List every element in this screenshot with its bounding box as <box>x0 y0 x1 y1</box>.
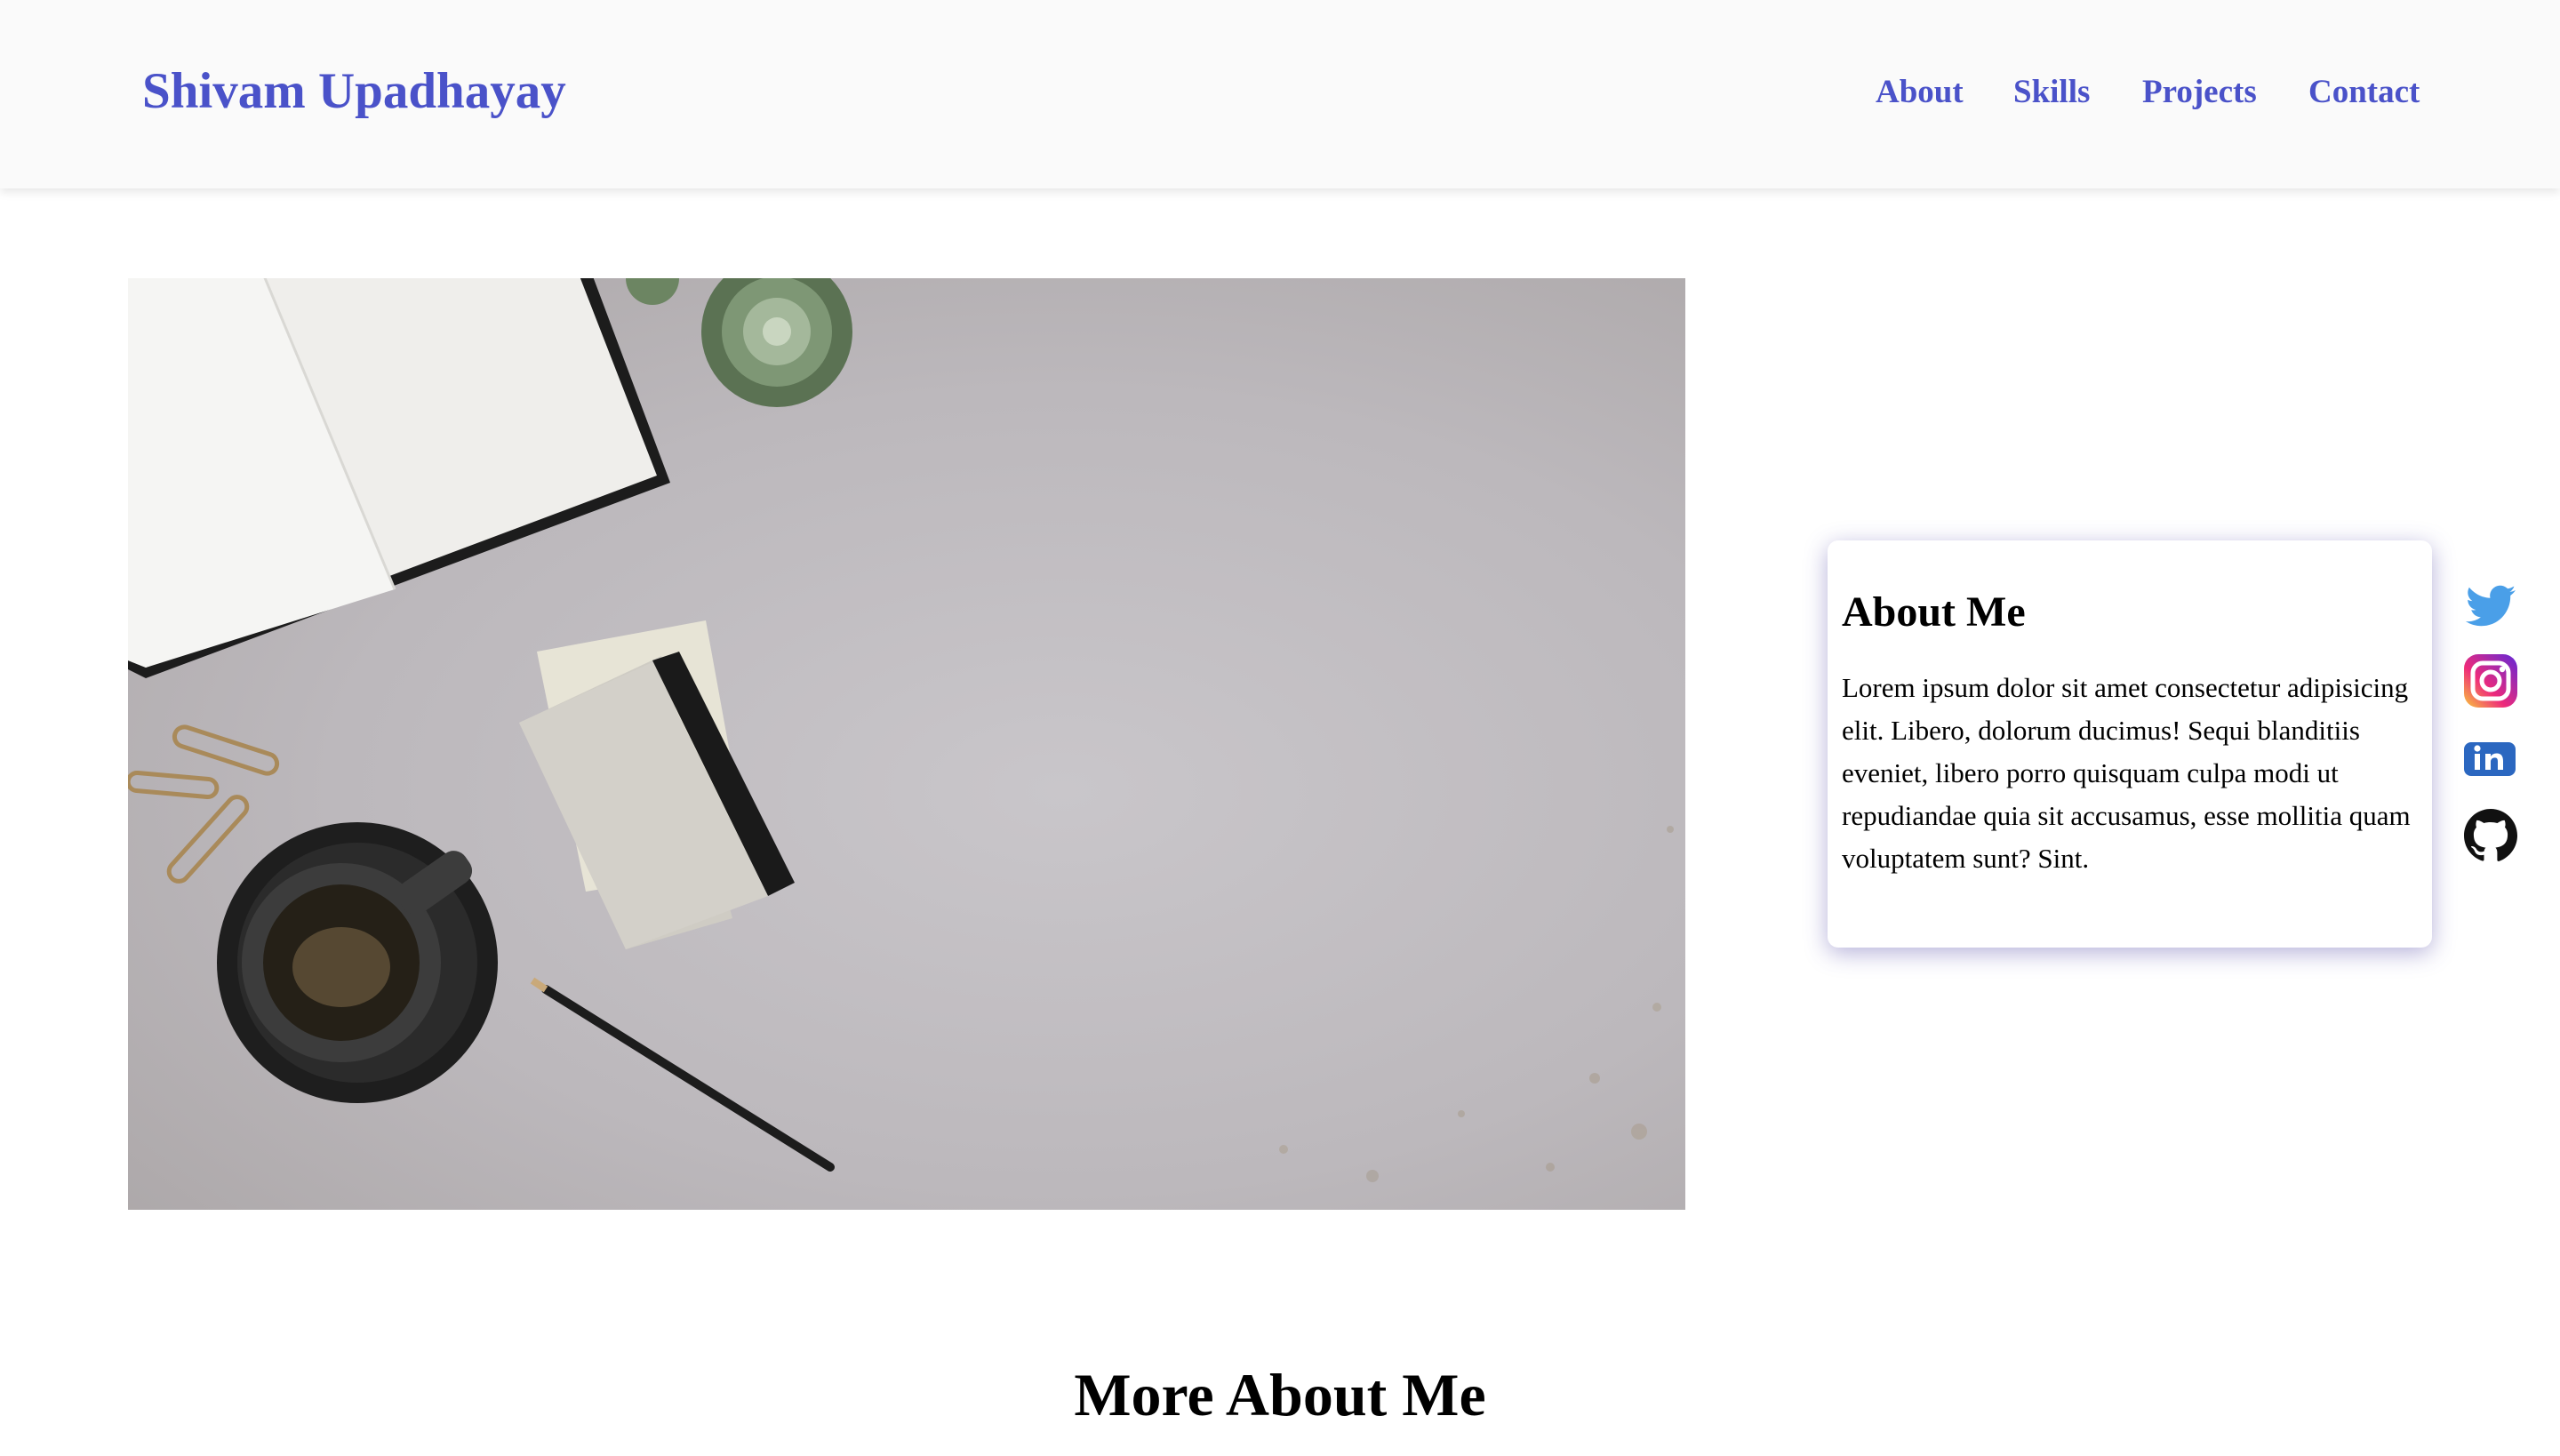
paper-clips <box>128 724 280 884</box>
about-me-text: Lorem ipsum dolor sit amet consectetur a… <box>1842 671 2411 874</box>
navbar: Shivam Upadhayay About Skills Projects C… <box>0 0 2560 188</box>
succulent-plant <box>626 278 852 407</box>
small-notebooks <box>519 620 795 949</box>
stone-texture <box>1279 826 1674 1182</box>
about-me-card: About Me Lorem ipsum dolor sit amet cons… <box>1828 540 2432 948</box>
pencil <box>530 977 835 1172</box>
twitter-icon[interactable] <box>2462 578 2519 635</box>
coffee-cup <box>217 822 498 1103</box>
open-notebook <box>128 278 670 678</box>
nav-links: About Skills Projects Contact <box>0 73 2560 117</box>
nav-link-about[interactable]: About <box>1876 73 1964 111</box>
instagram-icon[interactable] <box>2462 652 2519 709</box>
about-me-title: About Me <box>1842 588 2026 636</box>
linkedin-icon[interactable] <box>2462 731 2519 788</box>
nav-link-projects[interactable]: Projects <box>2142 73 2257 111</box>
desk-flatlay-illustration <box>128 278 1674 1182</box>
hero-desk-image <box>128 278 1685 1210</box>
nav-link-contact[interactable]: Contact <box>2308 73 2420 111</box>
nav-link-skills[interactable]: Skills <box>2013 73 2090 111</box>
more-about-me-heading: More About Me <box>1074 1361 1486 1428</box>
github-icon[interactable] <box>2462 807 2519 864</box>
